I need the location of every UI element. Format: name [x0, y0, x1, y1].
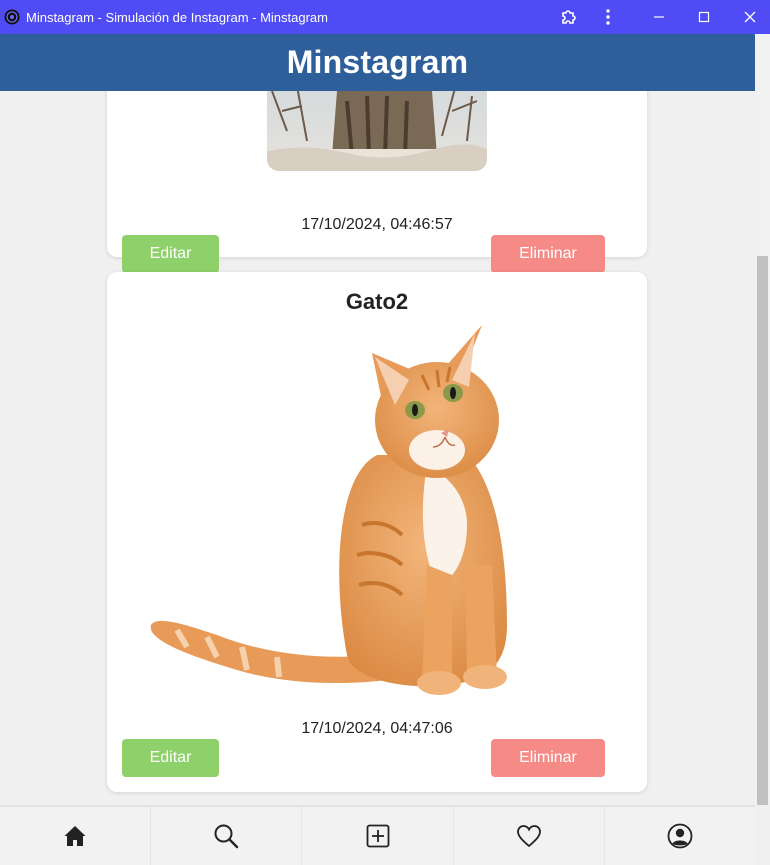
window-title: Minstagram - Simulación de Instagram - M… [26, 9, 328, 25]
post-card: 17/10/2024, 04:46:57 Editar Eliminar [107, 91, 647, 273]
puzzle-icon [562, 10, 576, 24]
bottom-nav [0, 805, 755, 865]
delete-button[interactable]: Eliminar [491, 235, 605, 273]
post-date: 17/10/2024, 04:46:57 [301, 216, 453, 233]
minimize-icon [654, 16, 664, 18]
nav-add-post[interactable] [302, 807, 454, 865]
post-title: Gato2 [345, 289, 409, 314]
heart-icon [516, 825, 541, 848]
nav-search[interactable] [151, 807, 303, 865]
add-post-icon [366, 824, 389, 848]
post-date: 17/10/2024, 04:47:06 [301, 720, 453, 737]
feed[interactable]: 17/10/2024, 04:46:57 Editar Eliminar Gat… [0, 91, 755, 805]
close-icon [744, 11, 756, 23]
post-image-cat [147, 325, 547, 703]
menu-button[interactable] [585, 0, 631, 34]
post-card: Gato2 17/10/2024, 04:47:06 Editar Elimin… [107, 272, 647, 792]
home-icon [64, 826, 86, 846]
search-icon [214, 824, 239, 849]
window-titlebar: Minstagram - Simulación de Instagram - M… [0, 0, 770, 34]
edit-button[interactable]: Editar [122, 235, 219, 273]
nav-profile[interactable] [605, 807, 755, 865]
minimize-button[interactable] [636, 0, 682, 34]
delete-button[interactable]: Eliminar [491, 739, 605, 777]
maximize-icon [698, 11, 710, 23]
app-header: Minstagram [0, 34, 755, 91]
nav-home[interactable] [0, 807, 152, 865]
close-button[interactable] [727, 0, 770, 34]
scrollbar[interactable] [755, 34, 770, 805]
scrollbar-thumb[interactable] [757, 256, 768, 805]
nav-likes[interactable] [454, 807, 605, 865]
edit-button[interactable]: Editar [122, 739, 219, 777]
brand-title: Minstagram [286, 44, 469, 80]
app-icon [4, 9, 20, 25]
profile-icon [667, 823, 693, 849]
post-image-cat [267, 91, 487, 171]
more-vertical-icon [606, 9, 610, 25]
maximize-button[interactable] [681, 0, 727, 34]
